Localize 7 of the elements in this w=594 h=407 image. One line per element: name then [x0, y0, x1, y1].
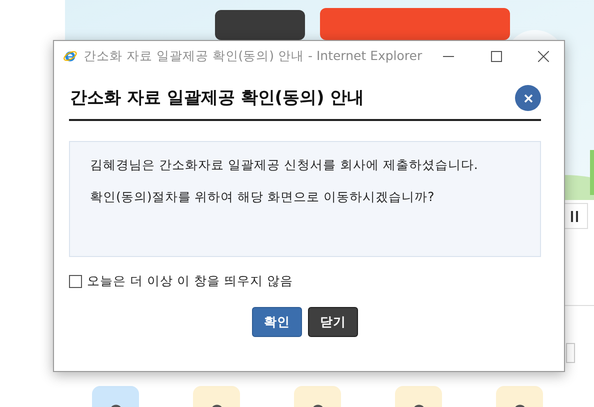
dialog-title: 간소화 자료 일괄제공 확인(동의) 안내: [70, 88, 364, 108]
close-button[interactable]: 닫기: [308, 306, 358, 337]
checkbox-label[interactable]: 오늘은 더 이상 이 창을 띄우지 않음: [87, 272, 293, 291]
message-text: 김혜경님은 간소화자료 일괄제공 신청서를 회사에 제출하셨습니다.: [90, 156, 479, 174]
window-title: 간소화 자료 일괄제공 확인(동의) 안내 - Internet Explorer: [83, 46, 422, 65]
confirm-button[interactable]: 확인: [252, 306, 302, 337]
message-text: 확인(동의)절차를 위하여 해당 화면으로 이동하시겠습니까?: [90, 188, 436, 206]
